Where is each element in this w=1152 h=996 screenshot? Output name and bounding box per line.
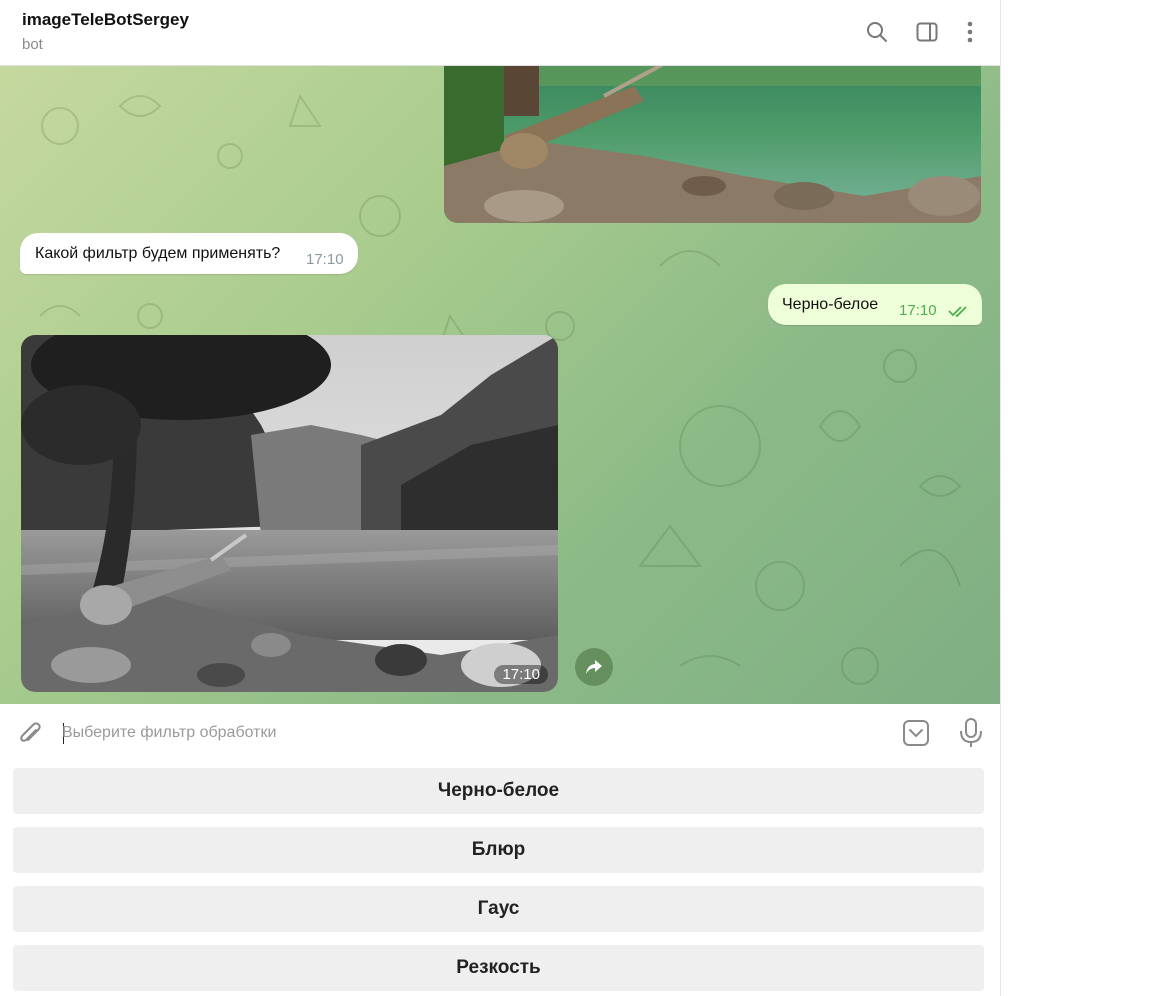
chat-subtitle: bot — [22, 36, 43, 53]
incoming-message-bubble[interactable]: Какой фильтр будем применять? 17:10 — [20, 233, 358, 274]
keyboard-button-sharpen[interactable]: Резкость — [13, 945, 984, 991]
paperclip-icon — [20, 722, 41, 742]
keyboard-button-bw[interactable]: Черно-белое — [13, 768, 984, 814]
search-button[interactable] — [863, 18, 891, 46]
double-check-icon — [948, 306, 967, 318]
sidebar-toggle-button[interactable] — [913, 18, 941, 46]
search-icon — [867, 22, 887, 42]
message-time: 17:10 — [306, 251, 344, 268]
share-arrow-icon — [586, 660, 602, 674]
outgoing-message-bubble[interactable]: Черно-белое 17:10 — [768, 284, 982, 325]
chat-title[interactable]: imageTeleBotSergey — [22, 10, 189, 30]
message-composer — [0, 704, 1000, 760]
more-menu-button[interactable] — [956, 18, 984, 46]
message-text: Какой фильтр будем применять? — [35, 245, 281, 262]
chat-header: imageTeleBotSergey bot — [0, 0, 1000, 66]
bot-keyboard-icon — [903, 720, 929, 746]
photo-message-grayscale[interactable]: 17:10 — [21, 335, 558, 692]
more-vertical-icon — [967, 21, 973, 43]
chat-messages-area[interactable]: Какой фильтр будем применять? 17:10 Черн… — [0, 66, 1000, 704]
bot-keyboard-button[interactable] — [900, 717, 932, 749]
landscape-photo-grayscale — [21, 335, 558, 692]
photo-time-badge: 17:10 — [494, 665, 548, 684]
sidebar-toggle-icon — [916, 22, 938, 42]
voice-message-button[interactable] — [955, 716, 987, 750]
message-time: 17:10 — [899, 302, 937, 319]
landscape-photo-color — [444, 66, 981, 223]
keyboard-button-blur[interactable]: Блюр — [13, 827, 984, 873]
attach-button[interactable] — [14, 718, 46, 750]
microphone-icon — [960, 718, 982, 747]
message-input[interactable] — [60, 718, 884, 748]
share-button[interactable] — [575, 648, 613, 686]
chat-window: imageTeleBotSergey bot Какой фильтр буде… — [0, 0, 1001, 996]
photo-message-color[interactable] — [444, 66, 981, 223]
keyboard-button-gauss[interactable]: Гаус — [13, 886, 984, 932]
message-text: Черно-белое — [782, 296, 879, 313]
